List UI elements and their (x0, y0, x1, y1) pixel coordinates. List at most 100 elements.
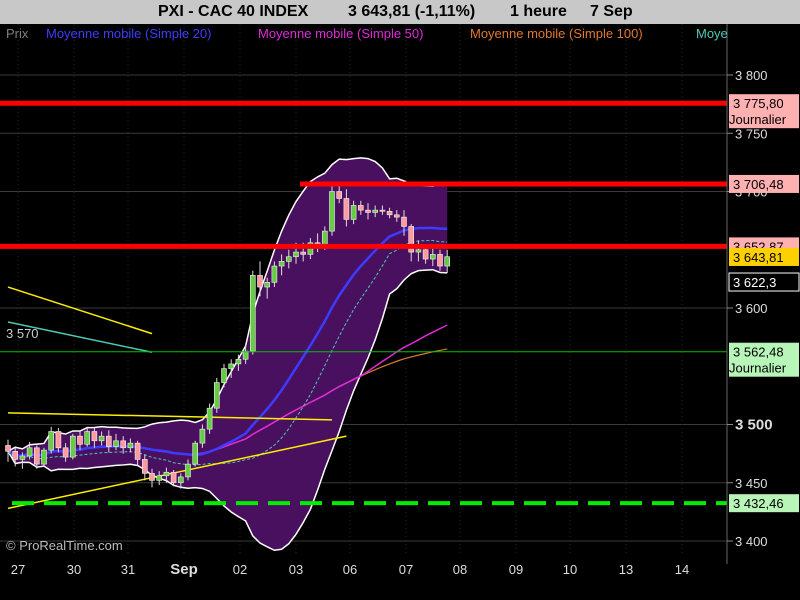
y-tick-label: 3 500 (735, 417, 773, 434)
level-label-sub: Journalier (729, 361, 787, 376)
candle-body (329, 191, 335, 232)
candle-body (33, 447, 40, 465)
candle-body (134, 442, 141, 460)
level-label-value: 3 622,3 (733, 275, 776, 290)
candle-body (26, 447, 33, 457)
level-label-value: 3 643,81 (733, 250, 784, 265)
level-label: 3 622,3 (728, 272, 800, 292)
x-tick-label: Sep (170, 561, 198, 578)
candle (214, 377, 220, 413)
level-label: 3 432,46 (729, 494, 799, 513)
candle-body (170, 471, 177, 484)
candle-body (350, 205, 357, 220)
x-tick-label: 30 (67, 562, 81, 577)
level-label: 3 643,81 (729, 247, 799, 266)
legend-item: Moye (696, 26, 728, 41)
x-tick-label: 03 (289, 562, 303, 577)
price-readout: 3 643,81 (-1,11%) (348, 3, 476, 20)
candle-body (41, 449, 47, 465)
candle-body (91, 431, 98, 442)
x-tick-label: 09 (509, 562, 523, 577)
candle-body (278, 261, 285, 267)
candle (329, 184, 335, 236)
candle-body (285, 256, 292, 262)
x-tick-label: 31 (121, 562, 135, 577)
candle-body (185, 463, 191, 478)
y-tick-label: 3 750 (735, 126, 768, 141)
candle-body (386, 211, 393, 216)
level-label: 3 775,80Journalier (729, 94, 799, 129)
legend-item: Moyenne mobile (Simple 100) (470, 26, 643, 41)
candle-body (250, 275, 256, 352)
y-tick-label: 3 600 (735, 301, 768, 316)
candle-body (293, 251, 299, 258)
candle-body (415, 249, 422, 253)
candle-body (429, 254, 436, 260)
level-label-sub: Journalier (729, 112, 787, 127)
candle-body (357, 205, 364, 211)
candle (206, 403, 213, 434)
candle-body (163, 471, 170, 477)
chart-title: PXI - CAC 40 INDEX (158, 3, 309, 20)
candle-body (206, 407, 213, 430)
x-tick-label: 07 (399, 562, 413, 577)
candle-body (156, 475, 162, 481)
candle-body (221, 368, 227, 383)
candle-body (242, 350, 249, 360)
candle-body (55, 431, 62, 449)
legend-item: Moyenne mobile (Simple 50) (258, 26, 423, 41)
candle-body (98, 435, 105, 442)
candle-body (214, 382, 220, 409)
candle-body (235, 358, 242, 365)
candle-body (120, 440, 126, 449)
candle-body (372, 209, 379, 213)
candle (250, 270, 256, 355)
candle-body (393, 214, 400, 218)
x-tick-label: 10 (563, 562, 577, 577)
candle-body (343, 198, 350, 220)
candle-body (142, 459, 148, 474)
candle-body (321, 230, 328, 246)
candle-body (84, 431, 90, 445)
price-chart[interactable]: 3 8003 7503 7003 6003 5003 4503 400 3 77… (0, 24, 800, 600)
x-tick-label: 27 (11, 562, 25, 577)
level-label-value: 3 706,48 (733, 177, 784, 192)
level-label: 3 706,48 (729, 174, 799, 193)
timeframe-label[interactable]: 1 heure (510, 3, 567, 21)
level-label-value: 3 562,48 (733, 345, 784, 360)
candle-body (192, 442, 198, 465)
candle-body (5, 445, 11, 452)
candle-body (336, 191, 343, 199)
candle-body (106, 435, 112, 447)
x-tick-label: 08 (453, 562, 467, 577)
candle-body (437, 254, 443, 267)
candle-body (12, 450, 18, 460)
candle-body (422, 249, 429, 260)
candle-body (444, 256, 451, 267)
candle-body (77, 435, 83, 445)
candle-body (127, 442, 134, 449)
candle-body (48, 431, 55, 451)
level-label-value: 3 775,80 (733, 96, 784, 111)
y-tick-label: 3 400 (735, 534, 768, 549)
watermark: © ProRealTime.com (6, 538, 123, 553)
y-tick-label: 3 450 (735, 476, 768, 491)
candle (192, 440, 198, 467)
x-tick-label: 02 (233, 562, 247, 577)
candle-body (228, 363, 234, 369)
candle-body (257, 275, 263, 288)
chart-background (0, 24, 800, 600)
x-tick-label: 14 (675, 562, 689, 577)
candle-body (401, 216, 407, 227)
candle-body (113, 440, 119, 447)
level-label-left: 3 570 (6, 326, 39, 341)
candle (41, 447, 47, 467)
x-tick-label: 13 (619, 562, 633, 577)
candle-body (19, 455, 26, 460)
candle (70, 433, 76, 460)
candle-body (300, 251, 307, 255)
legend-item: Moyenne mobile (Simple 20) (46, 26, 211, 41)
candle-body (149, 473, 155, 481)
level-label-value: 3 432,46 (733, 496, 784, 511)
candle-body (62, 447, 69, 458)
